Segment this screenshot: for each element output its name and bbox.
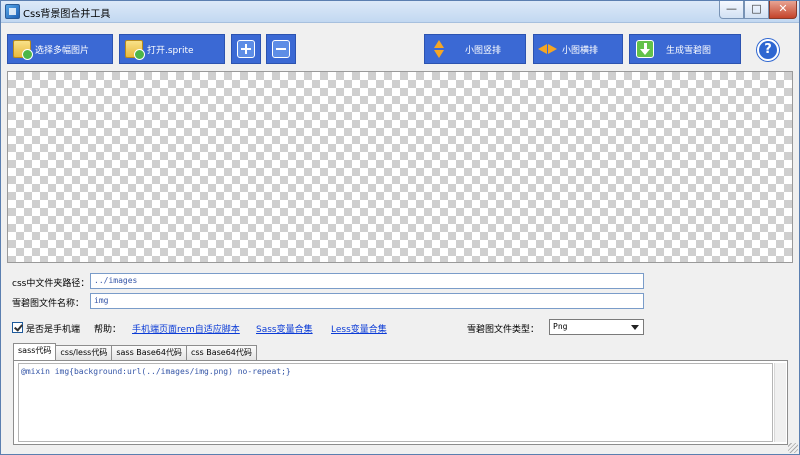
mobile-label: 是否是手机端: [26, 325, 81, 335]
code-tabs: sass代码 css/less代码 sass Base64代码 css Base…: [13, 343, 257, 360]
tab-css-less[interactable]: css/less代码: [55, 345, 113, 360]
sprite-preview-canvas[interactable]: [7, 71, 793, 263]
filetype-label: 雪碧图文件类型：: [467, 325, 540, 335]
tab-sass-base64[interactable]: sass Base64代码: [111, 345, 187, 360]
tab-css-base64[interactable]: css Base64代码: [185, 345, 257, 360]
code-panel: @mixin img{background:url(../images/img.…: [13, 360, 788, 445]
remove-button[interactable]: [266, 34, 296, 64]
mobile-checkbox[interactable]: [12, 322, 23, 333]
plus-icon: [237, 40, 255, 58]
open-sprite-button[interactable]: 打开.sprite: [119, 34, 225, 64]
sprite-name-label: 雪碧图文件名称：: [12, 299, 85, 309]
css-path-label: css中文件夹路径：: [12, 279, 90, 289]
less-variables-link[interactable]: Less变量合集: [331, 322, 387, 335]
vertical-arrange-button[interactable]: 小图竖排: [424, 34, 526, 64]
folder-open-icon: [125, 40, 145, 60]
tab-sass[interactable]: sass代码: [13, 343, 57, 360]
add-button[interactable]: [231, 34, 261, 64]
filetype-select[interactable]: Png: [549, 319, 644, 335]
rem-script-link[interactable]: 手机端页面rem自适应脚本: [132, 322, 240, 335]
horizontal-arrows-icon: [538, 40, 557, 58]
help-label: 帮助：: [94, 325, 122, 335]
close-button[interactable]: ✕: [769, 1, 797, 19]
sprite-name-input[interactable]: img: [90, 293, 644, 309]
horizontal-arrange-button[interactable]: 小图横排: [533, 34, 623, 64]
app-window: Css背景图合并工具 — □ ✕ 选择多幅图片 打开.sprite 小图竖排 小…: [0, 0, 800, 455]
download-icon: [636, 40, 654, 58]
title-bar: Css背景图合并工具 — □ ✕: [1, 1, 799, 23]
vertical-arrange-label: 小图竖排: [465, 45, 502, 56]
select-images-label: 选择多幅图片: [35, 45, 90, 56]
vertical-arrows-icon: [433, 40, 451, 58]
horizontal-arrange-label: 小图横排: [562, 45, 599, 56]
code-output[interactable]: @mixin img{background:url(../images/img.…: [18, 363, 773, 442]
maximize-button[interactable]: □: [744, 1, 769, 19]
minimize-button[interactable]: —: [719, 1, 744, 19]
help-icon[interactable]: ?: [757, 39, 779, 61]
generate-sprite-label: 生成雪碧图: [666, 45, 712, 56]
scrollbar[interactable]: [774, 363, 786, 442]
resize-grip[interactable]: [788, 443, 798, 453]
window-title: Css背景图合并工具: [23, 9, 111, 20]
sass-variables-link[interactable]: Sass变量合集: [256, 322, 313, 335]
minus-icon: [272, 40, 290, 58]
chevron-down-icon: [631, 325, 639, 330]
css-path-input[interactable]: ../images: [90, 273, 644, 289]
open-sprite-label: 打开.sprite: [147, 45, 194, 56]
app-icon: [5, 4, 20, 19]
folder-add-icon: [13, 40, 33, 60]
select-images-button[interactable]: 选择多幅图片: [7, 34, 113, 64]
filetype-value: Png: [553, 322, 568, 331]
generate-sprite-button[interactable]: 生成雪碧图: [629, 34, 741, 64]
